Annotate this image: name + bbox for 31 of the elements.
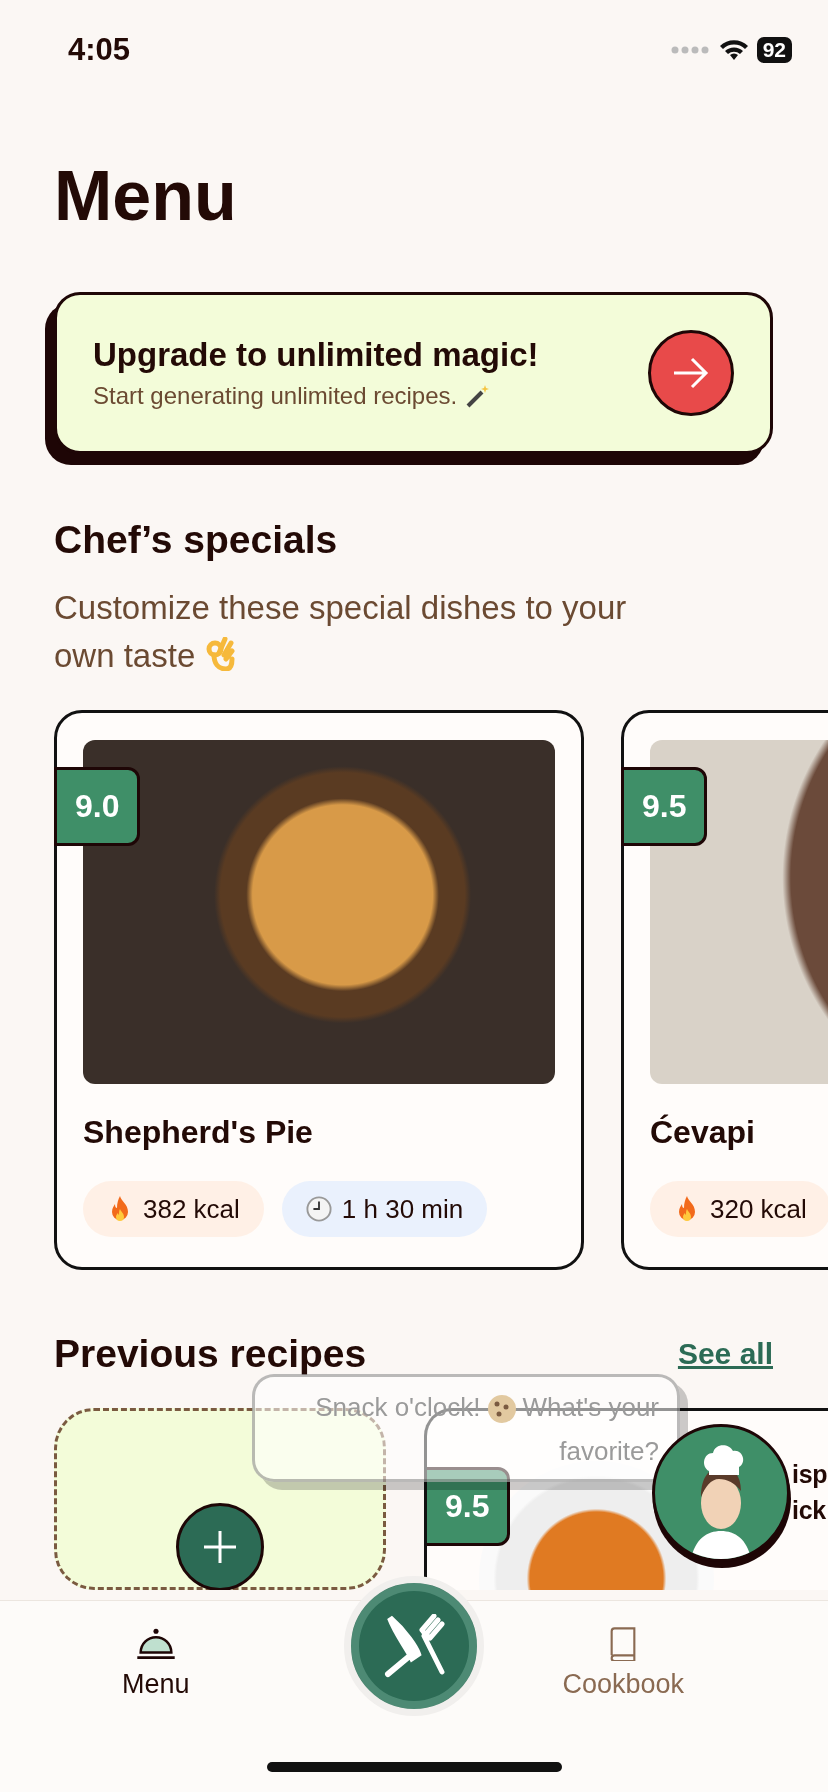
time-chip: 1 h 30 min — [281, 1181, 488, 1237]
nav-tab[interactable]: Menu — [116, 1601, 196, 1701]
section-heading: Chef’s specials — [54, 518, 339, 562]
page-title: Menu — [54, 156, 238, 236]
plus-icon — [202, 1529, 238, 1565]
arrow-right-icon — [672, 356, 710, 390]
status-time: 4:05 — [68, 32, 131, 68]
fork-knife-icon — [382, 1614, 446, 1678]
cookie-icon — [486, 1394, 517, 1425]
battery-level: 92 — [756, 37, 792, 63]
recipe-name: Ćevapi — [650, 1114, 756, 1151]
section-subtitle: Customize these special dishes to your — [54, 589, 627, 626]
recipe-name: ick — [792, 1495, 827, 1526]
banner-subtitle: Start generating unlimited recipes. — [93, 382, 458, 410]
wifi-icon — [718, 38, 749, 62]
recipe-name: Shepherd's Pie — [83, 1114, 314, 1151]
recipe-name: isp — [792, 1459, 828, 1490]
see-all-link[interactable]: See all — [677, 1337, 773, 1371]
recipe-card[interactable]: 9.5 Ćevapi 320 kcal — [621, 710, 828, 1270]
score-badge: 9.5 — [621, 767, 708, 846]
signal-icon — [670, 46, 711, 54]
calorie-chip: 382 kcal — [83, 1181, 264, 1237]
section-subtitle: own taste — [54, 637, 196, 674]
nav-tab[interactable]: Cookbook — [556, 1601, 690, 1701]
calorie-chip: 320 kcal — [650, 1181, 828, 1237]
score-badge: 9.5 — [427, 1467, 511, 1546]
score-badge: 9.0 — [54, 767, 141, 846]
banner-title: Upgrade to unlimited magic! — [93, 336, 539, 374]
clock-icon — [305, 1195, 332, 1223]
recipe-card[interactable]: 9.0 Shepherd's Pie 382 kcal 1 h 30 min — [54, 710, 584, 1270]
section-heading: Previous recipes — [54, 1332, 367, 1376]
